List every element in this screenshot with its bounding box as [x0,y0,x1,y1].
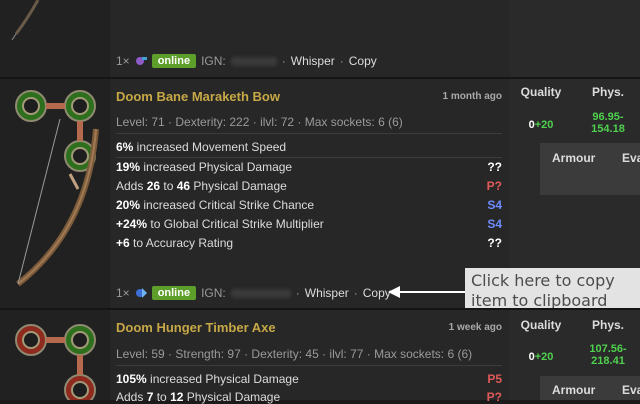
mod-tier-tag: ?? [487,236,502,250]
item-panel: Doom Hunger Timber Axe 1 week ago Level:… [110,310,510,404]
callout-arrow [388,286,466,298]
phys-header[interactable]: Phys. [576,318,640,332]
previous-stats-panel [510,0,640,77]
quality-header[interactable]: Quality [510,318,572,332]
explicit-mod: +24% to Global Critical Strike Multiplie… [116,217,324,231]
properties-separator [116,133,502,134]
separator-dot: · [339,54,344,68]
quantity-label: 1× [116,286,130,300]
separator-dot: · [295,286,300,300]
mod-tier-tag: P? [486,390,502,404]
item-stats-panel: Quality Phys. 0+20 107.56- 218.41 Armour … [510,310,640,400]
armour-header[interactable]: Armour [552,383,595,397]
item-image-panel [0,79,110,308]
implicit-mod: 6% increased Movement Speed [116,140,287,154]
properties-separator [116,365,502,366]
axe-image [15,324,96,400]
bow-image [15,90,99,287]
ign-blurred [230,288,291,298]
evasion-header[interactable]: Eva [622,383,640,397]
separator-dot: · [281,54,286,68]
explicit-mod: 20% increased Critical Strike Chance [116,198,315,212]
explicit-mod: +6 to Accuracy Rating [116,236,234,250]
separator-dot: · [353,286,358,300]
item-image-panel [0,310,110,400]
whisper-link[interactable]: Whisper [291,54,335,68]
item-name[interactable]: Doom Hunger Timber Axe [116,320,276,335]
exalted-orb-icon [135,288,147,298]
armour-header[interactable]: Armour [552,151,595,165]
ign-label: IGN: [201,54,226,68]
copy-link[interactable]: Copy [363,286,391,300]
seller-bar: 1× online IGN: · Whisper · Copy [116,54,377,68]
phys-header[interactable]: Phys. [576,85,640,99]
previous-item-panel: 1× online IGN: · Whisper · Copy [110,0,510,77]
mod-tier-tag: P5 [487,372,502,386]
listing-age: 1 month ago [442,91,502,102]
explicit-mod: Adds 26 to 46 Physical Damage [116,179,287,193]
whisper-link[interactable]: Whisper [305,286,349,300]
explicit-mod: 105% increased Physical Damage [116,372,299,386]
mod-tier-tag: ?? [487,160,502,174]
listing-age: 1 week ago [448,322,502,333]
item-properties: Level: 71 · Dexterity: 222 · ilvl: 72 · … [116,115,403,129]
ign-blurred [230,56,277,66]
bow-tip-image [11,0,40,40]
copy-link[interactable]: Copy [349,54,377,68]
quality-value: 0+20 [528,351,554,363]
orb-icon [135,57,147,65]
mod-tier-tag: S4 [487,217,502,231]
mod-tier-tag: S4 [487,198,502,212]
implicit-separator [116,157,502,158]
previous-item-image-panel [0,0,110,77]
quality-header[interactable]: Quality [510,85,572,99]
item-panel: Doom Bane Maraketh Bow 1 month ago Level… [110,79,510,308]
explicit-mod: Adds 7 to 12 Physical Damage [116,390,281,404]
item-properties: Level: 59 · Strength: 97 · Dexterity: 45… [116,347,473,361]
seller-bar: 1× online IGN: · Whisper · Copy [116,286,391,300]
online-badge: online [151,54,197,68]
phys-dps-value: 107.56- 218.41 [589,343,627,367]
defence-subpanel: Armour Eva [540,143,640,195]
evasion-header[interactable]: Eva [622,151,640,165]
item-name[interactable]: Doom Bane Maraketh Bow [116,89,280,104]
online-badge: online [151,286,197,300]
defence-subpanel: Armour Eva [540,376,640,400]
quantity-label: 1× [116,54,130,68]
mod-tier-tag: P? [486,179,502,193]
explicit-mod: 19% increased Physical Damage [116,160,293,174]
quality-value: 0+20 [528,119,554,131]
callout-line: Click here to copy [471,271,615,290]
phys-dps-value: 96.95- 154.18 [591,111,625,135]
ign-label: IGN: [201,286,226,300]
